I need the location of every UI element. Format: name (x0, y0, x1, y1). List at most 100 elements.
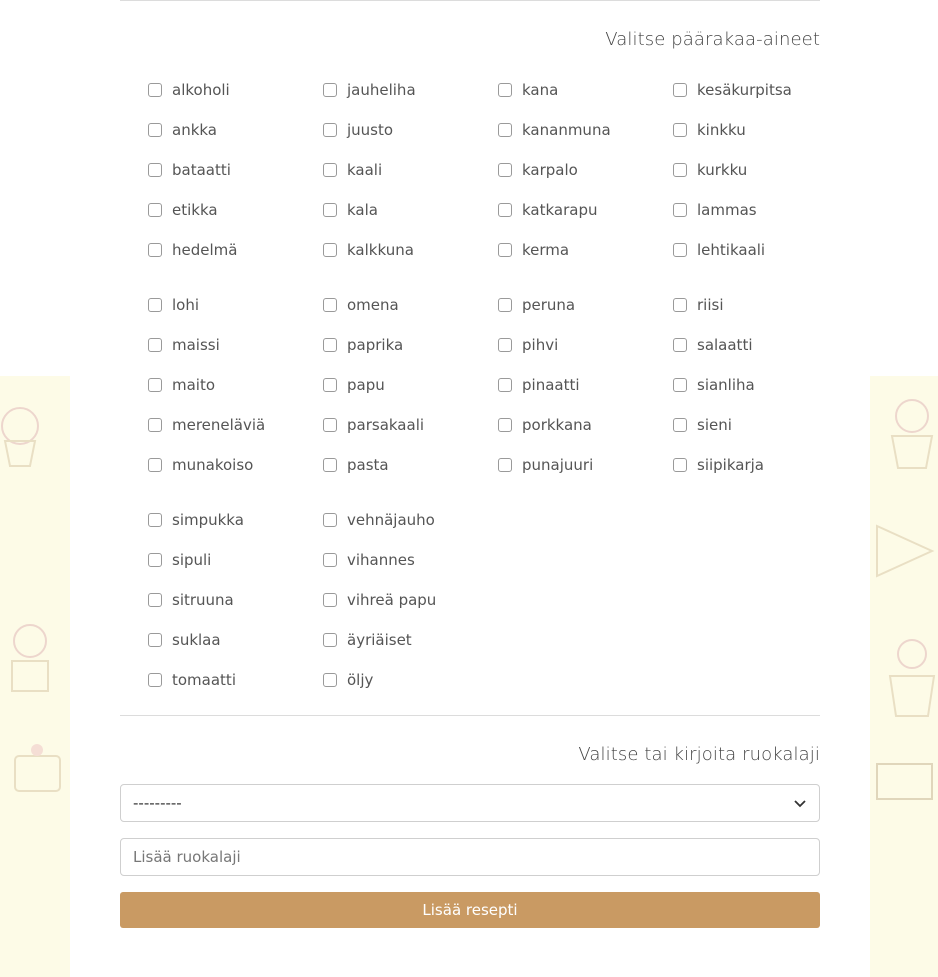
ingredient-checkbox-item[interactable]: lohi (148, 294, 199, 316)
ingredient-checkbox-item[interactable]: kananmuna (498, 119, 611, 141)
ingredient-checkbox-item[interactable]: vihreä papu (323, 589, 436, 611)
checkbox[interactable] (673, 203, 687, 217)
ingredient-checkbox-item[interactable]: kaali (323, 159, 382, 181)
ingredient-checkbox-item[interactable]: kana (498, 79, 558, 101)
ingredient-checkbox-item[interactable]: kesäkurpitsa (673, 79, 792, 101)
ingredient-checkbox-item[interactable]: munakoiso (148, 454, 253, 476)
checkbox[interactable] (323, 593, 337, 607)
ingredient-checkbox-item[interactable]: etikka (148, 199, 218, 221)
ingredient-checkbox-item[interactable]: kalkkuna (323, 239, 414, 261)
ingredient-checkbox-item[interactable]: riisi (673, 294, 723, 316)
checkbox[interactable] (323, 203, 337, 217)
ingredient-checkbox-item[interactable]: pihvi (498, 334, 558, 356)
checkbox[interactable] (498, 378, 512, 392)
checkbox[interactable] (673, 123, 687, 137)
checkbox[interactable] (148, 83, 162, 97)
checkbox[interactable] (148, 243, 162, 257)
ingredient-checkbox-item[interactable]: kurkku (673, 159, 747, 181)
checkbox[interactable] (148, 458, 162, 472)
ingredient-checkbox-item[interactable]: katkarapu (498, 199, 598, 221)
checkbox[interactable] (673, 338, 687, 352)
ingredient-checkbox-item[interactable]: kerma (498, 239, 569, 261)
checkbox[interactable] (498, 83, 512, 97)
checkbox[interactable] (148, 203, 162, 217)
ingredient-checkbox-item[interactable]: simpukka (148, 509, 244, 531)
checkbox[interactable] (323, 243, 337, 257)
checkbox[interactable] (673, 243, 687, 257)
checkbox[interactable] (323, 418, 337, 432)
ingredient-checkbox-item[interactable]: omena (323, 294, 399, 316)
checkbox[interactable] (323, 298, 337, 312)
checkbox[interactable] (498, 418, 512, 432)
checkbox[interactable] (498, 123, 512, 137)
ingredient-checkbox-item[interactable]: pinaatti (498, 374, 580, 396)
checkbox[interactable] (673, 458, 687, 472)
ingredient-checkbox-item[interactable]: mereneläviä (148, 414, 265, 436)
checkbox[interactable] (148, 593, 162, 607)
checkbox[interactable] (498, 458, 512, 472)
ingredient-checkbox-item[interactable]: hedelmä (148, 239, 237, 261)
checkbox[interactable] (323, 123, 337, 137)
checkbox[interactable] (148, 338, 162, 352)
ingredient-checkbox-item[interactable]: lehtikaali (673, 239, 765, 261)
ingredient-checkbox-item[interactable]: juusto (323, 119, 393, 141)
checkbox[interactable] (673, 163, 687, 177)
checkbox[interactable] (148, 553, 162, 567)
ingredient-checkbox-item[interactable]: lammas (673, 199, 757, 221)
ingredient-checkbox-item[interactable]: sipuli (148, 549, 211, 571)
checkbox[interactable] (323, 338, 337, 352)
checkbox[interactable] (673, 418, 687, 432)
ingredient-checkbox-item[interactable]: kala (323, 199, 378, 221)
ingredient-checkbox-item[interactable]: sieni (673, 414, 732, 436)
ingredient-checkbox-item[interactable]: paprika (323, 334, 403, 356)
ingredient-checkbox-item[interactable]: äyriäiset (323, 629, 412, 651)
checkbox[interactable] (673, 378, 687, 392)
ingredient-checkbox-item[interactable]: maissi (148, 334, 220, 356)
checkbox[interactable] (673, 298, 687, 312)
ingredient-checkbox-item[interactable]: jauheliha (323, 79, 416, 101)
ingredient-checkbox-item[interactable]: papu (323, 374, 385, 396)
checkbox[interactable] (323, 378, 337, 392)
ingredient-checkbox-item[interactable]: vehnäjauho (323, 509, 435, 531)
checkbox[interactable] (323, 163, 337, 177)
checkbox[interactable] (148, 418, 162, 432)
checkbox[interactable] (148, 123, 162, 137)
checkbox[interactable] (148, 633, 162, 647)
checkbox[interactable] (498, 163, 512, 177)
ingredient-checkbox-item[interactable]: karpalo (498, 159, 578, 181)
ingredient-checkbox-item[interactable]: maito (148, 374, 215, 396)
dish-select[interactable]: --------- (120, 784, 820, 822)
ingredient-checkbox-item[interactable]: siipikarja (673, 454, 764, 476)
add-dish-input[interactable] (120, 838, 820, 876)
checkbox[interactable] (323, 673, 337, 687)
checkbox[interactable] (498, 243, 512, 257)
checkbox[interactable] (323, 513, 337, 527)
checkbox[interactable] (498, 338, 512, 352)
checkbox[interactable] (323, 83, 337, 97)
ingredient-checkbox-item[interactable]: kinkku (673, 119, 746, 141)
add-recipe-button[interactable]: Lisää resepti (120, 892, 820, 928)
ingredient-checkbox-item[interactable]: bataatti (148, 159, 231, 181)
ingredient-checkbox-item[interactable]: tomaatti (148, 669, 236, 691)
checkbox[interactable] (148, 163, 162, 177)
ingredient-checkbox-item[interactable]: sianliha (673, 374, 755, 396)
checkbox[interactable] (323, 553, 337, 567)
ingredient-checkbox-item[interactable]: suklaa (148, 629, 221, 651)
ingredient-checkbox-item[interactable]: punajuuri (498, 454, 593, 476)
ingredient-checkbox-item[interactable]: sitruuna (148, 589, 234, 611)
ingredient-checkbox-item[interactable]: peruna (498, 294, 575, 316)
ingredient-checkbox-item[interactable]: alkoholi (148, 79, 230, 101)
ingredient-checkbox-item[interactable]: ankka (148, 119, 217, 141)
ingredient-checkbox-item[interactable]: porkkana (498, 414, 592, 436)
checkbox[interactable] (148, 298, 162, 312)
checkbox[interactable] (498, 203, 512, 217)
checkbox[interactable] (498, 298, 512, 312)
checkbox[interactable] (323, 458, 337, 472)
ingredient-checkbox-item[interactable]: öljy (323, 669, 373, 691)
checkbox[interactable] (323, 633, 337, 647)
checkbox[interactable] (673, 83, 687, 97)
checkbox[interactable] (148, 673, 162, 687)
ingredient-checkbox-item[interactable]: parsakaali (323, 414, 424, 436)
ingredient-checkbox-item[interactable]: vihannes (323, 549, 415, 571)
checkbox[interactable] (148, 378, 162, 392)
